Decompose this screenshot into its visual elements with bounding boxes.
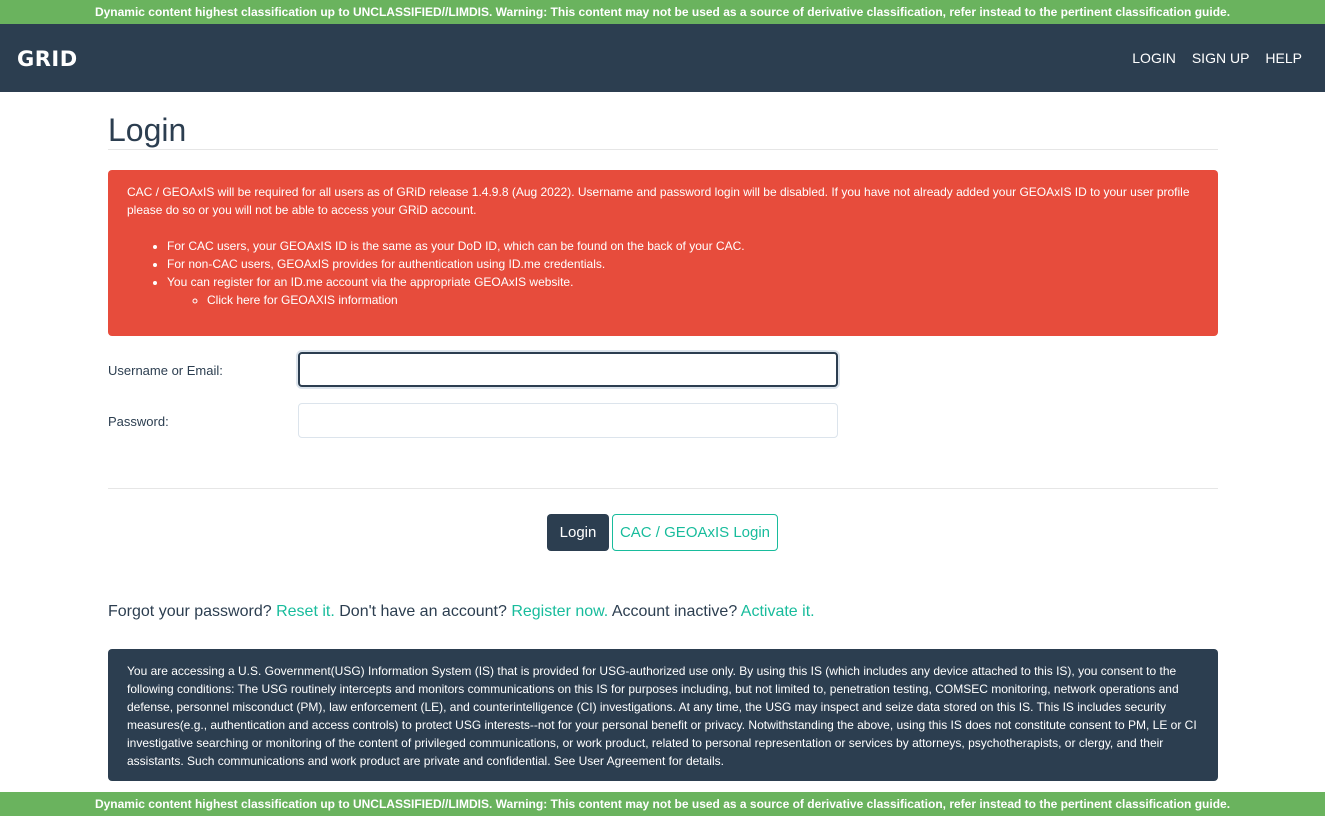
nav-links: LOGIN SIGN UP HELP [1132,24,1302,92]
register-link[interactable]: Register now. [511,603,608,620]
account-inactive-text: Account inactive? [611,603,738,620]
form-divider [108,488,1218,489]
page-title: Login [108,112,187,148]
no-account-text: Don't have an account? [339,603,507,620]
password-input[interactable] [298,403,838,438]
forgot-password-text: Forgot your password? [108,603,272,620]
title-divider [108,149,1218,150]
cac-geoaxis-login-button[interactable]: CAC / GEOAxIS Login [612,514,778,551]
classification-banner-top: Dynamic content highest classification u… [0,0,1325,24]
username-label: Username or Email: [108,363,223,378]
password-label: Password: [108,414,169,429]
alert-sub-list: Click here for GEOAXIS information [167,291,1198,309]
geoaxis-alert: CAC / GEOAxIS will be required for all u… [108,170,1218,336]
alert-message: CAC / GEOAxIS will be required for all u… [127,185,1190,217]
alert-bullet: For CAC users, your GEOAxIS ID is the sa… [167,237,1198,255]
alert-bullet: You can register for an ID.me account vi… [167,273,1198,309]
grid-logo[interactable]: GRID [17,44,78,74]
reset-password-link[interactable]: Reset it. [276,603,335,620]
usg-consent-notice: You are accessing a U.S. Government(USG)… [108,649,1218,781]
alert-bullet-list: For CAC users, your GEOAxIS ID is the sa… [127,237,1198,309]
login-button[interactable]: Login [547,514,609,551]
alert-bullet-text: You can register for an ID.me account vi… [167,275,574,289]
nav-signup-link[interactable]: SIGN UP [1192,50,1250,66]
nav-login-link[interactable]: LOGIN [1132,50,1176,66]
navbar: GRID LOGIN SIGN UP HELP [0,24,1325,92]
classification-banner-bottom: Dynamic content highest classification u… [0,792,1325,816]
alert-bullet: For non-CAC users, GEOAxIS provides for … [167,255,1198,273]
alert-sub-item: Click here for GEOAXIS information [207,291,1198,309]
geoaxis-info-link[interactable]: Click here for GEOAXIS information [207,293,398,307]
nav-help-link[interactable]: HELP [1265,50,1302,66]
account-help-line: Forgot your password? Reset it. Don't ha… [108,603,815,621]
username-input[interactable] [298,352,838,387]
activate-account-link[interactable]: Activate it. [741,603,815,620]
